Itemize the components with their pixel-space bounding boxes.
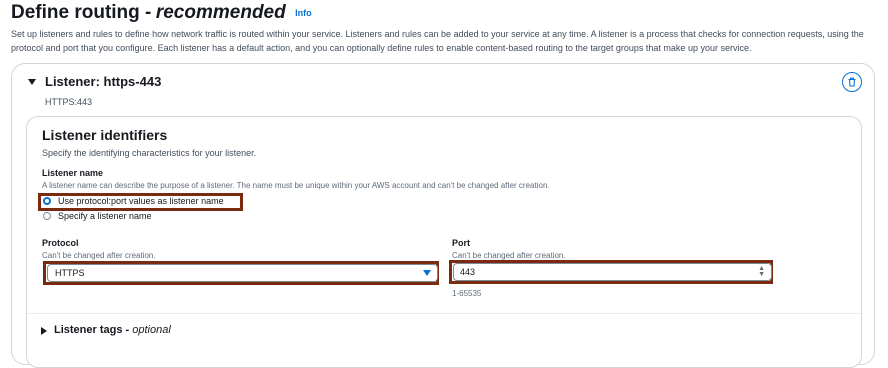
radio-option-protocol-port[interactable]: Use protocol:port values as listener nam… xyxy=(43,196,224,206)
listener-name-hint: A listener name can describe the purpose… xyxy=(42,181,550,190)
port-input-value: 443 xyxy=(460,267,476,277)
radio-label-specify-name: Specify a listener name xyxy=(58,211,152,221)
trash-icon-glyph xyxy=(848,77,856,87)
caret-right-icon[interactable] xyxy=(41,327,47,335)
listener-tags-optional: optional xyxy=(132,324,171,336)
port-input[interactable]: 443 ▲ ▼ xyxy=(453,263,772,281)
listener-tags-label: Listener tags - xyxy=(54,324,130,336)
port-label: Port xyxy=(452,238,470,248)
protocol-label: Protocol xyxy=(42,238,79,248)
listener-name-label: Listener name xyxy=(42,168,104,178)
caret-down-icon[interactable] xyxy=(28,79,36,85)
listener-subtitle: HTTPS:443 xyxy=(45,97,93,107)
section-description: Set up listeners and rules to define how… xyxy=(11,29,864,53)
protocol-hint: Can't be changed after creation. xyxy=(42,251,156,260)
section-title: Define routing - recommended Info xyxy=(11,2,312,24)
identifiers-description: Specify the identifying characteristics … xyxy=(42,148,257,158)
divider xyxy=(27,313,861,314)
identifiers-heading: Listener identifiers xyxy=(42,127,168,143)
highlight-box-port: 443 ▲ ▼ xyxy=(449,260,773,284)
title-emphasis: recommended xyxy=(155,2,286,23)
spinner-icon[interactable]: ▲ ▼ xyxy=(758,265,765,278)
title-main: Define routing - xyxy=(11,2,152,23)
port-range-hint: 1-65535 xyxy=(452,289,482,298)
listener-title[interactable]: Listener: https-443 xyxy=(45,74,161,89)
radio-selected-icon[interactable] xyxy=(43,197,51,205)
info-link[interactable]: Info xyxy=(295,8,312,18)
protocol-select[interactable]: HTTPS xyxy=(47,264,438,282)
listener-identifiers-panel: Listener identifiers Specify the identif… xyxy=(26,116,862,368)
listener-tags-toggle[interactable]: Listener tags - optional xyxy=(54,324,171,336)
radio-label-protocol-port: Use protocol:port values as listener nam… xyxy=(58,196,224,206)
port-hint: Can't be changed after creation. xyxy=(452,251,566,260)
trash-icon[interactable] xyxy=(842,72,862,92)
protocol-select-value: HTTPS xyxy=(55,268,85,278)
listener-container: Listener: https-443 HTTPS:443 Listener i… xyxy=(11,63,875,368)
highlight-box-protocol: HTTPS xyxy=(43,261,439,285)
caret-down-icon xyxy=(423,270,431,276)
radio-option-specify-name[interactable]: Specify a listener name xyxy=(43,211,152,221)
radio-unselected-icon[interactable] xyxy=(43,212,51,220)
